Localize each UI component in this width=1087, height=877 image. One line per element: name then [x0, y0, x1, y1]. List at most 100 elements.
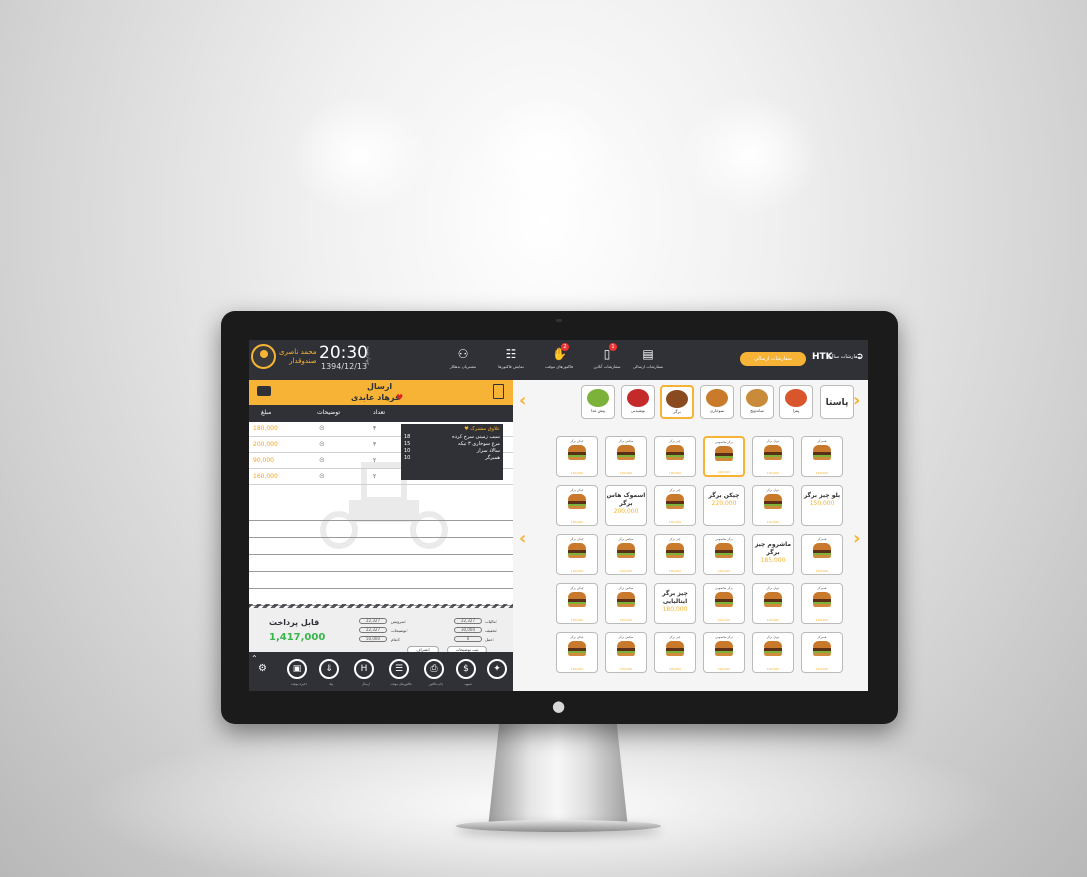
menu-item[interactable]: چیز برگر 180,000: [654, 485, 696, 526]
item-name: چیکن برگر: [570, 635, 584, 639]
save-button[interactable]: ▣ ذخیره موقت: [287, 659, 307, 686]
menu-item[interactable]: چیکن برگر 180,000: [556, 436, 598, 477]
sent-orders-button[interactable]: سفارشات ارسالی: [740, 352, 806, 366]
dollar-button[interactable]: $ تسویه: [456, 659, 476, 686]
item-price: 220,000: [717, 569, 731, 573]
menu-item[interactable]: دوبل برگر 160,000: [752, 583, 794, 624]
item-name: چیز برگر: [669, 488, 681, 492]
menu-item[interactable]: برگر مخصوص 220,000: [703, 436, 745, 477]
chevron-up-icon[interactable]: ⌃: [251, 654, 258, 663]
favorites-popup: ♥ علاوق مشترک 18 سیب زمینی سرخ کرده 15 مرغ …: [401, 424, 503, 480]
item-price: 160,000: [766, 471, 780, 475]
nav-report[interactable]: ▤ سفارشات ارسالی: [624, 346, 672, 369]
comment-icon[interactable]: ⊝: [319, 440, 325, 448]
user-name: محمد ناصری: [279, 347, 317, 356]
chevron-right-icon[interactable]: ›: [853, 390, 860, 411]
chevron-left-icon[interactable]: ‹: [519, 528, 526, 549]
heart-icon[interactable]: ♥: [396, 393, 403, 402]
menu-item[interactable]: چیکن برگر 180,000: [556, 534, 598, 575]
burger-icon: [715, 446, 733, 461]
menu-item[interactable]: همبرگر 160,000: [801, 583, 843, 624]
menu-item[interactable]: چیز برگر 180,000: [654, 436, 696, 477]
user-profile[interactable]: محمد ناصری صندوقدار: [251, 344, 317, 369]
row-qty[interactable]: ۴: [373, 425, 376, 432]
menu-item[interactable]: همبرگر 160,000: [801, 632, 843, 673]
action-label: تسویه: [464, 682, 472, 686]
menu-item[interactable]: چیکن برگر 180,000: [556, 583, 598, 624]
gear-icon[interactable]: ⚙: [258, 663, 267, 674]
category-0[interactable]: پاستا: [820, 385, 854, 419]
category-3[interactable]: سوخاری: [700, 385, 734, 419]
category-1[interactable]: پیتزا: [779, 385, 813, 419]
invoice-button[interactable]: ☰ فاکتورهای موقت: [389, 659, 412, 686]
empty-row[interactable]: [249, 521, 513, 538]
menu-item[interactable]: دوبل برگر 160,000: [752, 436, 794, 477]
summary-value[interactable]: 22,327: [359, 618, 387, 624]
menu-item[interactable]: دوبل برگر 160,000: [752, 632, 794, 673]
menu-item[interactable]: میکس برگر 200,000: [605, 436, 647, 477]
summary-value[interactable]: 30,000: [454, 627, 482, 633]
item-price: 185,000: [760, 557, 786, 564]
printer-button[interactable]: ⎙ چاپ فاکتور: [424, 659, 444, 686]
menu-item[interactable]: ماشروم چیز برگر 185,000: [752, 534, 794, 575]
favorite-line[interactable]: 15 مرغ سوخاری ۳ تیکه: [404, 441, 500, 448]
item-name: برگر مخصوص: [715, 586, 733, 590]
menu-item[interactable]: چیز برگر 180,000: [654, 534, 696, 575]
favorite-line[interactable]: 10 همبرگر: [404, 455, 500, 462]
burger-icon: [813, 445, 831, 460]
empty-row[interactable]: [249, 555, 513, 572]
comment-icon[interactable]: ⊝: [319, 472, 325, 480]
menu-item[interactable]: میکس برگر 200,000: [605, 534, 647, 575]
nav-customers[interactable]: ⚇ مشتریان بدهکار: [439, 346, 487, 369]
menu-item[interactable]: چیکن برگر 180,000: [556, 632, 598, 673]
empty-row[interactable]: [249, 504, 513, 521]
item-price: 160,000: [815, 471, 829, 475]
category-2[interactable]: ساندویچ: [740, 385, 774, 419]
nav-label: فاکتورهای موقت: [544, 364, 574, 369]
menu-item[interactable]: چیز برگر 180,000: [654, 632, 696, 673]
menu-item[interactable]: دوبل برگر 160,000: [752, 485, 794, 526]
row-qty[interactable]: ۲: [373, 473, 376, 480]
empty-row[interactable]: [249, 572, 513, 589]
chevron-left-icon[interactable]: ‹: [519, 390, 526, 411]
popup-title: ♥ علاوق مشترک: [464, 426, 500, 432]
row-qty[interactable]: ۳: [373, 441, 376, 448]
menu-item[interactable]: همبرگر 160,000: [801, 436, 843, 477]
customer-name[interactable]: فرهاد عابدی: [351, 393, 400, 402]
menu-item[interactable]: اسموک هاس برگر 200,000: [605, 485, 647, 526]
summary-value[interactable]: 22,327: [359, 627, 387, 633]
chevron-right-icon[interactable]: ›: [853, 528, 860, 549]
nav-hand[interactable]: ✋ 2 فاکتورهای موقت: [535, 343, 583, 369]
menu-item[interactable]: میکس برگر 200,000: [605, 632, 647, 673]
menu-item[interactable]: چیکن برگر 180,000: [556, 485, 598, 526]
order-type: ارسال: [367, 382, 393, 391]
category-6[interactable]: پیش غذا: [581, 385, 615, 419]
item-price: 160,000: [766, 618, 780, 622]
empty-row[interactable]: [249, 538, 513, 555]
menu-item[interactable]: برگر مخصوص 220,000: [703, 632, 745, 673]
trash-icon[interactable]: [493, 384, 504, 399]
menu-item[interactable]: میکس برگر 200,000: [605, 583, 647, 624]
magic-button[interactable]: ✦: [487, 659, 507, 679]
delivery-button[interactable]: ⇓ پیک: [319, 659, 339, 686]
menu-item[interactable]: بلو چیز برگر 150,000: [801, 485, 843, 526]
chat-icon[interactable]: [257, 386, 271, 396]
category-4[interactable]: برگر: [660, 385, 694, 419]
row-qty[interactable]: ۲: [373, 457, 376, 464]
favorite-line[interactable]: 18 سیب زمینی سرخ کرده: [404, 434, 500, 441]
summary-value[interactable]: 50,000: [359, 636, 387, 642]
menu-item[interactable]: همبرگر 160,000: [801, 534, 843, 575]
summary-value[interactable]: 22,327: [454, 618, 482, 624]
category-5[interactable]: نوشیدنی: [621, 385, 655, 419]
exit-icon[interactable]: ➲: [856, 352, 864, 362]
htk-button[interactable]: H ارسال: [354, 659, 374, 686]
comment-icon[interactable]: ⊝: [319, 456, 325, 464]
menu-item[interactable]: چیکن برگر 220,000: [703, 485, 745, 526]
summary-value[interactable]: 0: [454, 636, 482, 642]
favorite-line[interactable]: 10 سالاد سزار: [404, 448, 500, 455]
menu-item[interactable]: چیز برگر ایتالیایی 180,000: [654, 583, 696, 624]
nav-invoice-search[interactable]: ☷ نمایش فاکتورها: [487, 346, 535, 369]
menu-item[interactable]: برگر مخصوص 220,000: [703, 534, 745, 575]
comment-icon[interactable]: ⊝: [319, 424, 325, 432]
menu-item[interactable]: برگر مخصوص 220,000: [703, 583, 745, 624]
